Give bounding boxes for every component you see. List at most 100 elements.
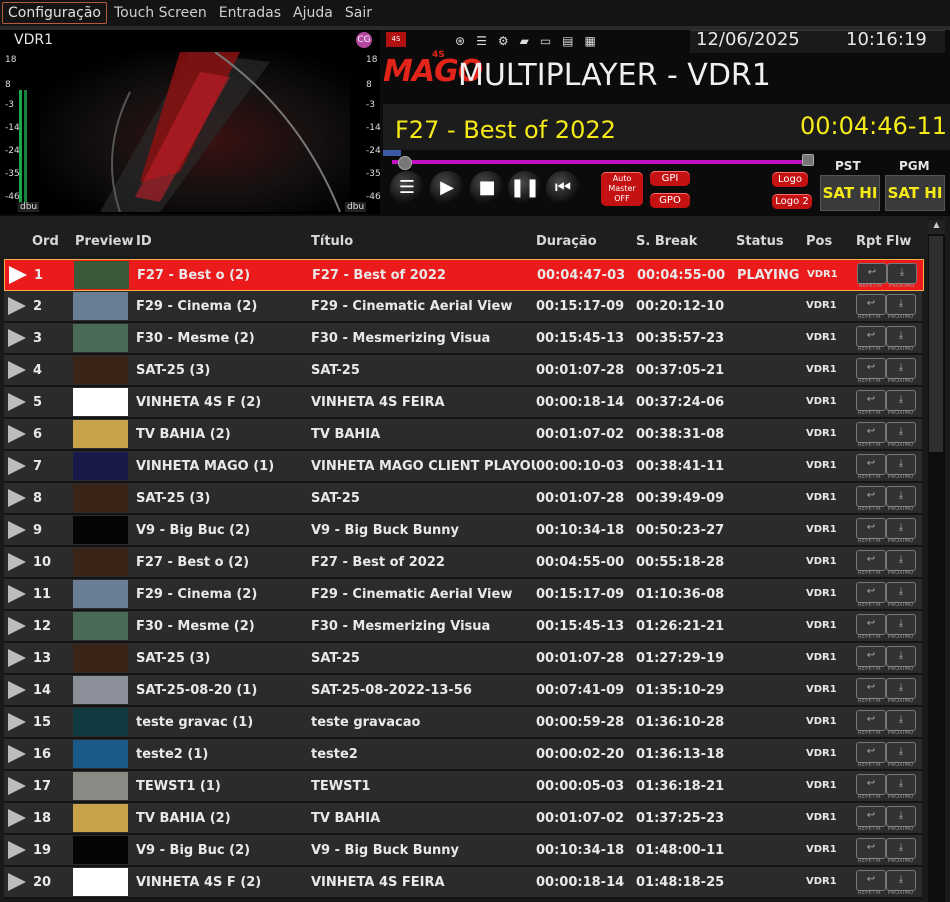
repeat-button[interactable]: ↩ [856,582,886,603]
row-thumbnail[interactable] [73,580,128,608]
next-button[interactable]: ⤓ [886,518,916,539]
row-play-icon[interactable] [8,585,26,603]
row-thumbnail[interactable] [73,612,128,640]
pause-button[interactable]: ❚❚ [508,171,542,205]
playlist-button[interactable]: ☰ [390,171,424,205]
next-button[interactable]: ⤓ [886,486,916,507]
row-thumbnail[interactable] [73,388,128,416]
pst-source-box[interactable]: SAT HI [820,175,880,211]
repeat-button[interactable]: ↩ [856,294,886,315]
row-play-icon[interactable] [8,297,26,315]
repeat-button[interactable]: ↩ [857,263,887,284]
next-button[interactable]: ⤓ [886,870,916,891]
table-row[interactable]: 16 teste2 (1) teste2 00:00:02-20 01:36:13-18… [4,739,922,771]
table-row[interactable]: 13 SAT-25 (3) SAT-25 00:01:07-28 01:27:29-19… [4,643,922,675]
row-play-icon[interactable] [8,425,26,443]
repeat-button[interactable]: ↩ [856,486,886,507]
row-play-icon[interactable] [8,617,26,635]
table-row[interactable]: 11 F29 - Cinema (2) F29 - Cinematic Aerial… [4,579,922,611]
row-play-icon[interactable] [8,873,26,891]
row-thumbnail[interactable] [73,548,128,576]
progress-knob[interactable] [398,156,413,170]
col-titulo[interactable]: Título [311,234,353,249]
row-play-icon[interactable] [8,489,26,507]
row-thumbnail[interactable] [73,452,128,480]
auto-master-button[interactable]: Auto Master OFF [601,172,643,206]
row-play-icon[interactable] [8,457,26,475]
menu-touch-screen[interactable]: Touch Screen [109,3,212,23]
col-rpt[interactable]: Rpt [856,234,882,249]
stop-button[interactable]: ■ [470,171,504,205]
row-play-icon[interactable] [8,777,26,795]
menu-configuracao[interactable]: Configuração [2,2,107,24]
col-sbreak[interactable]: S. Break [636,234,697,249]
repeat-button[interactable]: ↩ [856,358,886,379]
list-icon[interactable]: ☰ [476,34,487,48]
settings-list-icon[interactable]: ⚙ [498,34,509,48]
repeat-button[interactable]: ↩ [856,550,886,571]
table-row[interactable]: 4 SAT-25 (3) SAT-25 00:01:07-28 00:37:05-21 V… [4,355,922,387]
next-button[interactable]: ⤓ [886,550,916,571]
row-play-icon[interactable] [8,841,26,859]
row-thumbnail[interactable] [73,484,128,512]
table-row[interactable]: 18 TV BAHIA (2) TV BAHIA 00:01:07-02 01:37:2… [4,803,922,835]
gpo-button[interactable]: GPO [650,193,690,208]
table-row[interactable]: 17 TEWST1 (1) TEWST1 00:00:05-03 01:36:18-21… [4,771,922,803]
row-thumbnail[interactable] [73,676,128,704]
progress-end-marker[interactable] [802,154,814,166]
next-button[interactable]: ⤓ [887,263,917,284]
table-row[interactable]: 19 V9 - Big Buc (2) V9 - Big Buck Bunny 00:… [4,835,922,867]
col-ord[interactable]: Ord [32,234,59,249]
repeat-button[interactable]: ↩ [856,518,886,539]
row-thumbnail[interactable] [73,516,128,544]
4s-badge-icon[interactable]: 4S [386,32,406,47]
pgm-source-box[interactable]: SAT HI [885,175,945,211]
menu-sair[interactable]: Sair [340,3,377,23]
next-button[interactable]: ⤓ [886,742,916,763]
next-button[interactable]: ⤓ [886,358,916,379]
row-play-icon[interactable] [9,266,27,284]
next-button[interactable]: ⤓ [886,806,916,827]
repeat-button[interactable]: ↩ [856,838,886,859]
row-thumbnail[interactable] [73,740,128,768]
previous-button[interactable]: ⏮ [546,171,580,205]
progress-bar[interactable] [392,160,808,164]
repeat-button[interactable]: ↩ [856,326,886,347]
next-button[interactable]: ⤓ [886,838,916,859]
row-thumbnail[interactable] [73,868,128,896]
row-thumbnail[interactable] [73,292,128,320]
table-row[interactable]: 1 F27 - Best o (2) F27 - Best of 2022 00:04… [4,259,924,291]
next-button[interactable]: ⤓ [886,454,916,475]
row-thumbnail[interactable] [73,772,128,800]
menu-ajuda[interactable]: Ajuda [288,3,338,23]
row-thumbnail[interactable] [73,356,128,384]
row-thumbnail[interactable] [73,420,128,448]
table-row[interactable]: 2 F29 - Cinema (2) F29 - Cinematic Aerial … [4,291,922,323]
row-play-icon[interactable] [8,393,26,411]
row-thumbnail[interactable] [73,324,128,352]
table-row[interactable]: 6 TV BAHIA (2) TV BAHIA 00:01:07-02 00:38:31… [4,419,922,451]
logo-button[interactable]: Logo [772,172,808,187]
table-row[interactable]: 9 V9 - Big Buc (2) V9 - Big Buck Bunny 00:1… [4,515,922,547]
cg-badge-icon[interactable]: CG [356,32,372,48]
row-play-icon[interactable] [8,521,26,539]
next-button[interactable]: ⤓ [886,678,916,699]
repeat-button[interactable]: ↩ [856,806,886,827]
next-button[interactable]: ⤓ [886,646,916,667]
logo2-button[interactable]: Logo 2 [772,194,812,209]
repeat-button[interactable]: ↩ [856,390,886,411]
col-flw[interactable]: Flw [886,234,911,249]
row-play-icon[interactable] [8,553,26,571]
next-button[interactable]: ⤓ [886,582,916,603]
network-icon[interactable]: ⊛ [455,34,465,48]
col-status[interactable]: Status [736,234,784,249]
table-row[interactable]: 5 VINHETA 4S F (2) VINHETA 4S FEIRA 00:00:1… [4,387,922,419]
row-play-icon[interactable] [8,745,26,763]
row-play-icon[interactable] [8,361,26,379]
next-button[interactable]: ⤓ [886,390,916,411]
row-thumbnail[interactable] [73,644,128,672]
table-row[interactable]: 20 VINHETA 4S F (2) VINHETA 4S FEIRA 00:00:… [4,867,922,899]
row-thumbnail[interactable] [74,261,129,289]
scroll-thumb[interactable] [929,236,943,452]
table-row[interactable]: 15 teste gravac (1) teste gravacao 00:00:59… [4,707,922,739]
